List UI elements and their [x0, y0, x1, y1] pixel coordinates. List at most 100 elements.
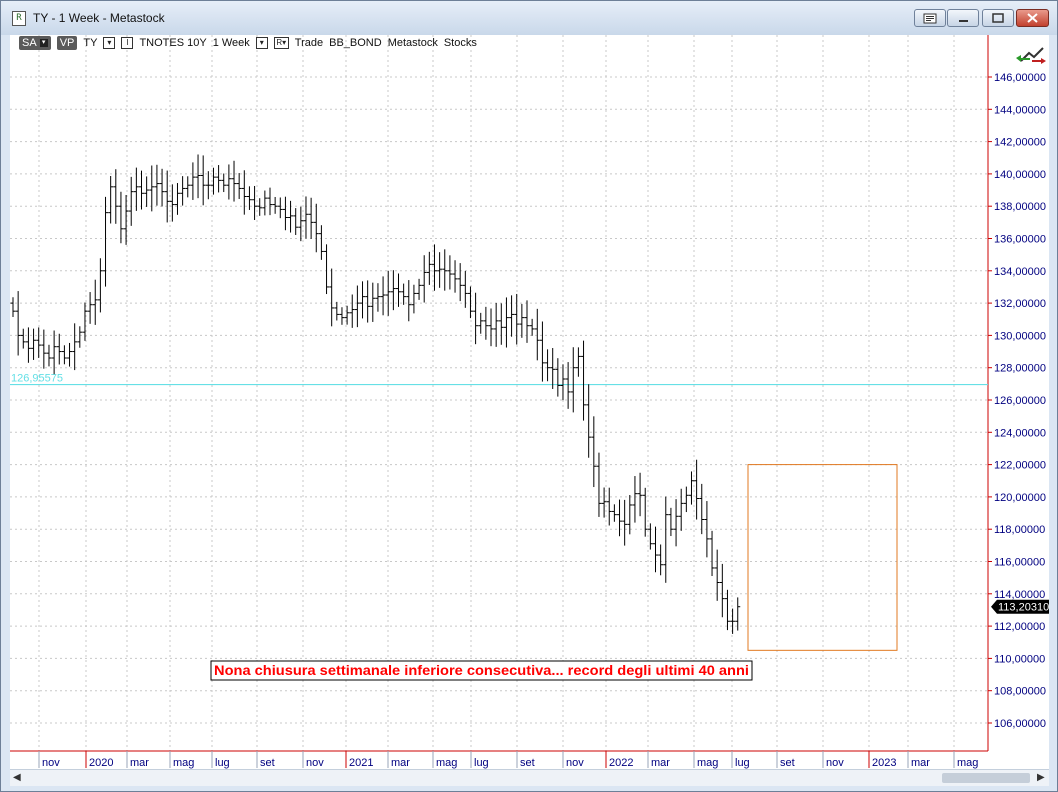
price-bar: [473, 292, 479, 345]
chevron-down-icon: ▾: [39, 39, 48, 47]
price-bar: [200, 155, 206, 206]
y-tick-label: 146,00000: [994, 72, 1046, 84]
price-bar: [714, 549, 720, 601]
price-bar: [442, 249, 448, 291]
price-bar: [313, 203, 319, 253]
x-tick-label: lug: [474, 757, 489, 769]
price-bar: [560, 364, 566, 401]
price-bar: [149, 165, 155, 212]
source-label: Metastock: [387, 37, 438, 49]
x-tick-label: nov: [42, 757, 60, 769]
price-bar: [683, 486, 689, 513]
vp-button[interactable]: VP: [56, 36, 78, 50]
price-bar: [452, 260, 458, 293]
maximize-button[interactable]: [982, 9, 1014, 27]
x-tick-label: nov: [306, 757, 324, 769]
indicator-box[interactable]: I: [121, 37, 134, 49]
price-bar: [375, 283, 381, 312]
price-bar: [699, 483, 705, 535]
projection-box: [747, 464, 898, 651]
price-bar: [658, 544, 664, 576]
price-bar: [688, 471, 694, 505]
price-bar: [139, 170, 144, 210]
y-tick-label: 122,00000: [994, 460, 1046, 472]
properties-button[interactable]: [914, 9, 946, 27]
price-bar: [257, 198, 263, 216]
price-bar: [724, 589, 730, 631]
period-label[interactable]: 1 Week: [213, 37, 250, 49]
price-bar: [529, 318, 535, 336]
x-tick-label: lug: [735, 757, 750, 769]
price-bar: [354, 285, 360, 328]
price-bar: [488, 308, 494, 347]
scroll-right-icon[interactable]: ▶: [1037, 772, 1045, 783]
x-tick-label: lug: [215, 757, 230, 769]
price-bar: [570, 347, 576, 413]
price-bar: [92, 279, 98, 325]
price-bar: [385, 270, 391, 316]
price-bar: [555, 358, 561, 397]
price-bar: [457, 263, 463, 302]
x-tick-label: set: [780, 757, 795, 769]
price-bar: [252, 185, 258, 220]
horizontal-scrollbar[interactable]: ◀ ▶: [10, 769, 1049, 786]
price-bar: [575, 347, 581, 377]
scroll-thumb[interactable]: [942, 773, 1030, 783]
minimize-button[interactable]: [947, 9, 979, 27]
price-bar: [596, 452, 602, 517]
price-chart[interactable]: 126,95575 146,00000 144,00000 142,00000 140…: [10, 35, 1058, 769]
price-bar: [180, 176, 186, 206]
price-bar: [123, 194, 129, 245]
price-bar: [401, 283, 407, 305]
price-bar: [282, 196, 288, 231]
chart-style-icon[interactable]: [1016, 47, 1046, 64]
description-label: TNOTES 10Y: [139, 37, 207, 49]
price-bar: [370, 282, 376, 322]
symbol-label[interactable]: TY: [83, 37, 97, 49]
x-tick-label: mag: [173, 757, 194, 769]
price-bar: [144, 176, 150, 207]
sa-dropdown[interactable]: SA ▾: [19, 36, 51, 50]
x-tick-label: set: [520, 757, 535, 769]
scroll-left-icon[interactable]: ◀: [13, 772, 21, 783]
title-bar[interactable]: R TY - 1 Week - Metastock: [1, 1, 1057, 35]
price-bar: [617, 499, 623, 537]
chart-area[interactable]: 126,95575 146,00000 144,00000 142,00000 140…: [10, 35, 1058, 769]
y-tick-label: 110,00000: [994, 653, 1045, 665]
chart-toolbar: SA ▾ VP TY ▾ I TNOTES 10Y 1 Week ▾ R▾ Tra…: [19, 35, 477, 51]
price-bar: [360, 281, 366, 319]
close-button[interactable]: [1016, 9, 1049, 27]
price-bar: [637, 472, 643, 517]
last-price-label: 113,20310: [998, 602, 1049, 614]
y-tick-label: 130,00000: [994, 330, 1046, 342]
price-bar: [380, 276, 386, 316]
x-tick-label: mar: [391, 757, 410, 769]
price-bar: [447, 255, 453, 290]
price-bar: [324, 244, 330, 295]
y-tick-label: 142,00000: [994, 137, 1046, 149]
y-tick-label: 132,00000: [994, 298, 1046, 310]
x-tick-label: mar: [130, 757, 149, 769]
y-tick-label: 126,00000: [994, 395, 1046, 407]
price-bar: [277, 197, 283, 219]
price-bar: [164, 170, 170, 223]
price-bar: [709, 530, 715, 577]
r-dropdown[interactable]: R▾: [273, 37, 289, 49]
y-tick-label: 108,00000: [994, 686, 1046, 698]
price-bar: [719, 563, 725, 618]
x-tick-label: nov: [566, 757, 584, 769]
symbol-dropdown-icon[interactable]: ▾: [103, 37, 116, 49]
price-bar: [293, 208, 299, 235]
x-tick-label: mag: [957, 757, 978, 769]
price-bar: [20, 328, 26, 349]
price-bar: [56, 333, 62, 365]
price-bar: [303, 196, 309, 239]
price-bar: [344, 305, 350, 325]
price-bar: [25, 327, 31, 363]
price-bar: [288, 200, 294, 233]
period-dropdown-icon[interactable]: ▾: [255, 37, 268, 49]
price-bar: [673, 499, 679, 547]
trade-label[interactable]: Trade: [295, 37, 323, 49]
price-bar: [396, 273, 401, 307]
price-bar: [87, 292, 93, 324]
